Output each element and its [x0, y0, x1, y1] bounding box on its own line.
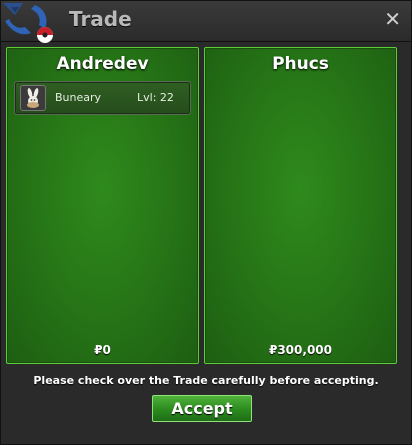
pokemon-level: Lvl: 22 — [137, 91, 174, 104]
buneary-icon — [20, 85, 46, 111]
pokemon-name: Buneary — [55, 91, 102, 104]
game-logo-icon — [3, 3, 53, 43]
trader-money: ₽0 — [94, 343, 111, 357]
trade-panel-partner: Phucs ₽300,000 — [204, 47, 397, 364]
accept-button[interactable]: Accept — [152, 395, 252, 422]
window-title: Trade — [69, 7, 132, 31]
trade-notice: Please check over the Trade carefully be… — [33, 374, 379, 387]
pokemon-slot[interactable]: Buneary Lvl: 22 — [14, 81, 191, 115]
trader-name: Andredev — [56, 54, 149, 74]
trade-window: Trade ✕ Andredev Buneary Lvl: 22 ₽0 Phuc… — [0, 0, 412, 445]
close-icon[interactable]: ✕ — [384, 9, 401, 29]
trader-name: Phucs — [272, 54, 329, 74]
trader-money: ₽300,000 — [268, 343, 332, 357]
title-bar[interactable]: Trade ✕ — [1, 1, 411, 43]
trade-panel-self: Andredev Buneary Lvl: 22 ₽0 — [6, 47, 199, 364]
